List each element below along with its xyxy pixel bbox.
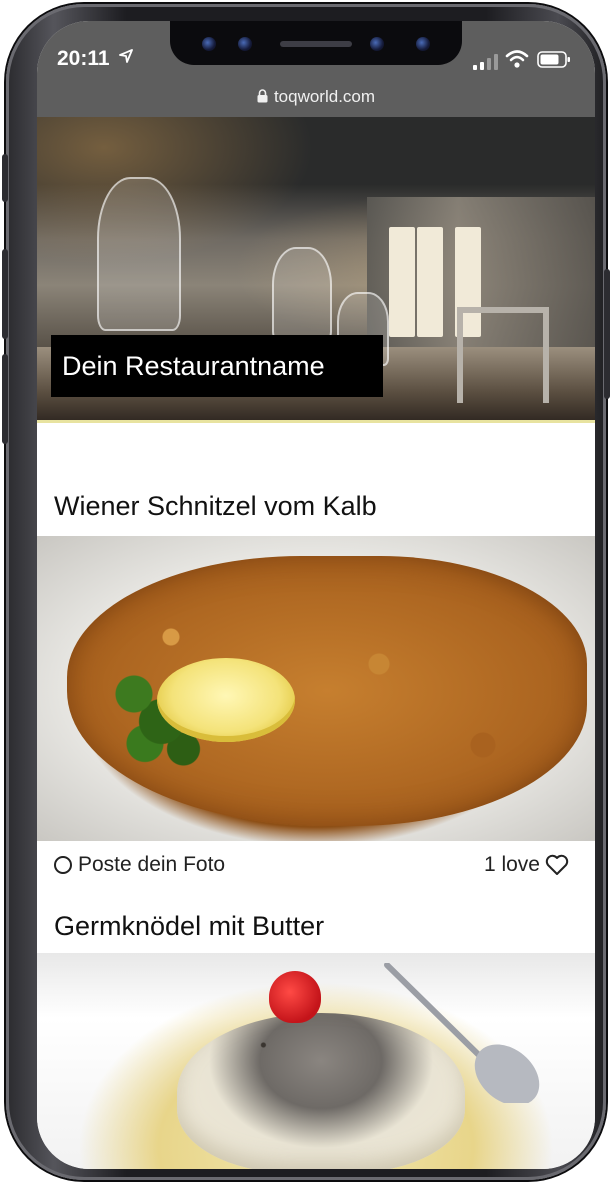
circle-icon xyxy=(54,856,72,874)
url-text: toqworld.com xyxy=(273,87,376,106)
volume-up-button xyxy=(2,249,8,339)
dish-action-row: Poste dein Foto 1 love xyxy=(37,841,595,889)
sensor-icon xyxy=(238,37,252,51)
strawberry xyxy=(269,971,321,1023)
location-arrow-icon xyxy=(119,49,133,63)
love-button[interactable]: 1 love xyxy=(484,853,569,877)
lock-icon xyxy=(257,89,268,103)
volume-down-button xyxy=(2,354,8,444)
hero-image: Dein Restaurantname xyxy=(37,117,595,423)
hero-wine-glass xyxy=(97,177,181,331)
love-count: 1 love xyxy=(483,853,540,876)
mute-switch xyxy=(2,154,8,202)
status-time: 20:11 xyxy=(57,47,110,70)
hero-window xyxy=(389,227,415,337)
post-photo-label: Poste dein Foto xyxy=(78,853,226,876)
dish-photo-germknoedel[interactable] xyxy=(37,953,595,1169)
address-bar[interactable]: toqworld.com xyxy=(37,87,595,107)
sensor-icon xyxy=(416,37,430,51)
restaurant-name: Dein Restaurantname xyxy=(51,335,383,397)
battery-icon xyxy=(537,51,570,68)
dish-photo-schnitzel[interactable] xyxy=(37,536,595,841)
screen: 20:11 toqworld.com Dein Restaurantname W… xyxy=(37,21,595,1169)
hero-wine-glass xyxy=(272,247,332,341)
wifi-icon xyxy=(505,50,529,68)
hero-window xyxy=(417,227,443,337)
dish-title: Wiener Schnitzel vom Kalb xyxy=(54,491,377,521)
signal-icon xyxy=(473,54,498,70)
camera-icon xyxy=(202,37,216,51)
hero-chair xyxy=(457,307,549,403)
heart-icon xyxy=(545,854,569,875)
sensor-icon xyxy=(370,37,384,51)
notch xyxy=(170,21,462,65)
phone-frame: 20:11 toqworld.com Dein Restaurantname W… xyxy=(2,4,610,1180)
lemon-slice xyxy=(157,658,295,742)
dish-title: Germknödel mit Butter xyxy=(54,911,325,941)
power-button xyxy=(604,269,610,399)
germknoedel xyxy=(177,1013,465,1169)
speaker-grille xyxy=(280,41,352,47)
post-photo-button[interactable]: Poste dein Foto xyxy=(54,853,225,877)
hero-divider xyxy=(37,420,595,423)
